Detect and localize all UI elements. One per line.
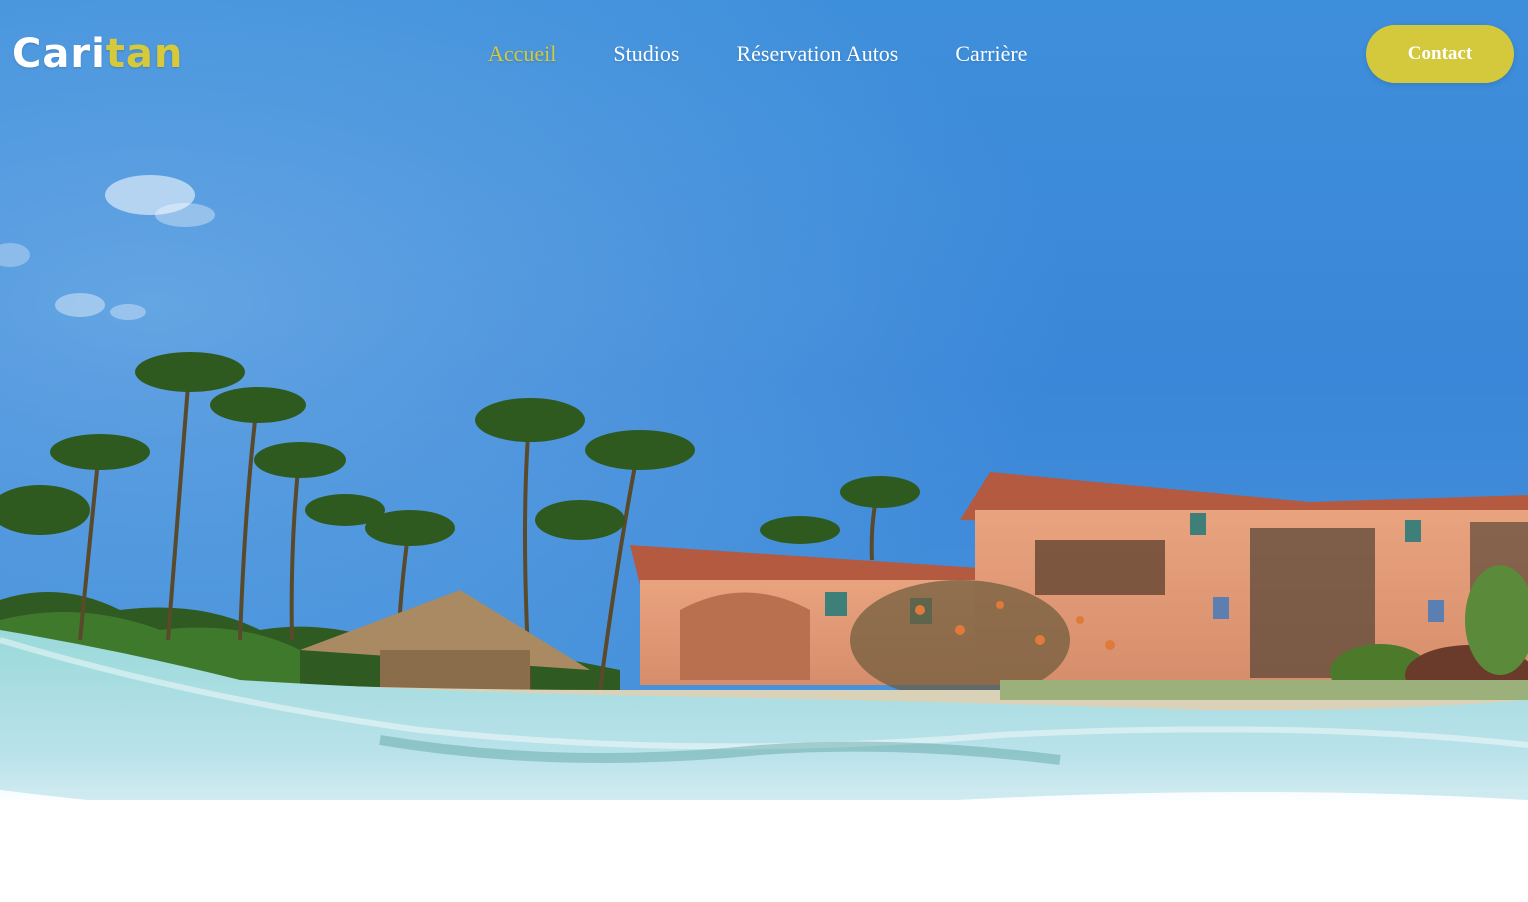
site-header: Caritan Accueil Studios Réservation Auto… — [0, 0, 1528, 110]
logo-text-part2: tan — [105, 31, 184, 77]
nav-item-accueil[interactable]: Accueil — [488, 38, 556, 70]
brand-logo[interactable]: Caritan — [12, 30, 183, 78]
nav-item-studios[interactable]: Studios — [613, 38, 679, 70]
main-nav: Accueil Studios Réservation Autos Carriè… — [488, 38, 1027, 70]
contact-button[interactable]: Contact — [1366, 25, 1514, 83]
logo-text-part1: Cari — [12, 31, 106, 77]
nav-item-carriere[interactable]: Carrière — [955, 38, 1027, 70]
hero-image — [0, 0, 1528, 902]
nav-item-reservation-autos[interactable]: Réservation Autos — [736, 38, 898, 70]
hero-banner — [0, 0, 1528, 902]
